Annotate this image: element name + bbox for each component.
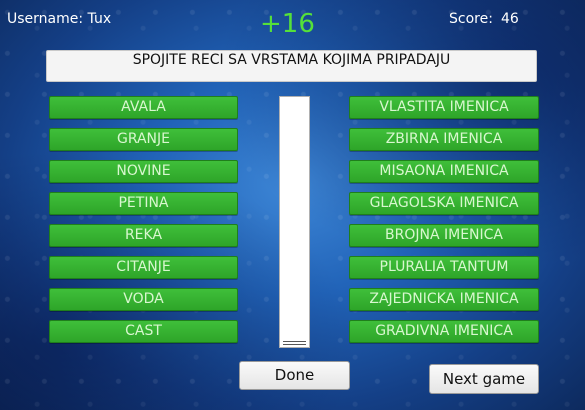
username-label: Username: Tux [7,11,112,27]
slot-divider [283,341,306,342]
score-label: Score: [449,11,493,27]
points-delta: +16 [260,9,315,39]
done-button[interactable]: Done [239,361,350,390]
category-button-pluralia[interactable]: PLURALIA TANTUM [349,256,539,279]
next-game-button[interactable]: Next game [429,364,539,394]
category-button-misaona[interactable]: MISAONA IMENICA [349,160,539,183]
word-button-petina[interactable]: PETINA [49,192,238,215]
word-button-citanje[interactable]: CITANJE [49,256,238,279]
category-button-vlastita[interactable]: VLASTITA IMENICA [349,96,539,119]
category-button-zbirna[interactable]: ZBIRNA IMENICA [349,128,539,151]
category-button-glagolska[interactable]: GLAGOLSKA IMENICA [349,192,539,215]
word-button-granje[interactable]: GRANJE [49,128,238,151]
word-button-novine[interactable]: NOVINE [49,160,238,183]
category-button-brojna[interactable]: BROJNA IMENICA [349,224,539,247]
category-button-zajednicka[interactable]: ZAJEDNICKA IMENICA [349,288,539,311]
word-button-voda[interactable]: VODA [49,288,238,311]
score-value: 46 [500,11,519,27]
word-button-cast[interactable]: CAST [49,320,238,343]
score-display: Score: 46 [449,11,519,27]
word-button-reka[interactable]: REKA [49,224,238,247]
word-button-avala[interactable]: AVALA [49,96,238,119]
slot-divider [283,344,306,345]
answer-slot[interactable] [279,96,310,348]
instruction-banner: SPOJITE RECI SA VRSTAMA KOJIMA PRIPADAJU [46,50,537,82]
category-button-gradivna[interactable]: GRADIVNA IMENICA [349,320,539,343]
